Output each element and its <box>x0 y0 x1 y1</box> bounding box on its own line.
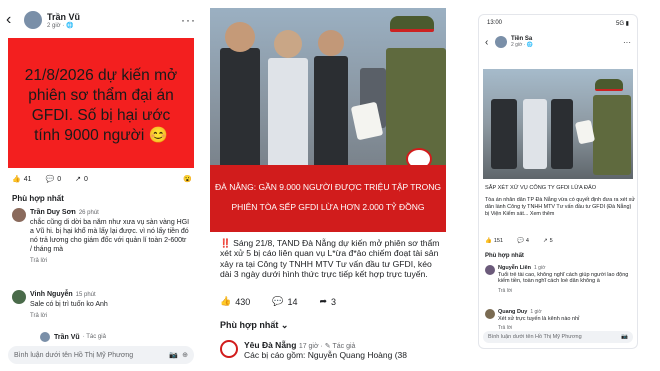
camera-icon[interactable]: 📷 <box>169 351 178 359</box>
officer-green-uniform <box>593 95 631 175</box>
defendant-figure <box>523 99 547 169</box>
comment-input-placeholder[interactable]: Bình luận dưới tên Hồ Thị Mỹ Phương <box>488 334 582 340</box>
comment-count[interactable]: 💬 14 <box>272 296 297 307</box>
officer-head <box>318 30 344 56</box>
like-icon: 👍 <box>485 238 492 244</box>
post-time: 2 giờ · 🌐 <box>511 42 534 48</box>
post-time: 2 giờ · 🌐 <box>47 22 74 29</box>
reply-link[interactable]: Trả lời <box>30 312 190 321</box>
share-count[interactable]: ↗ 0 <box>75 175 88 184</box>
signal-status: 5G ▮ <box>616 20 629 27</box>
comment-text: chắc cũng di dời ba năm như xưa vụ sàn v… <box>30 219 190 253</box>
more-options-icon[interactable]: ··· <box>623 38 631 47</box>
author-name[interactable]: Trần Vũ <box>47 12 80 22</box>
chevron-down-icon: ⌄ <box>280 320 289 330</box>
sort-heading[interactable]: Phù hợp nhất <box>485 253 524 259</box>
reaction-emoji-icon[interactable]: 😮 <box>183 175 192 183</box>
camera-icon[interactable]: 📷 <box>621 334 628 340</box>
reply-link[interactable]: Trả lời <box>30 257 190 266</box>
comment-time: 17 giờ · ✎ Tác giả <box>298 343 356 350</box>
avatar[interactable] <box>220 340 238 358</box>
officer-figure <box>551 99 573 169</box>
post-caption: ‼️ Sáng 21/8, TAND Đà Nẵng dự kiến mở ph… <box>220 238 440 280</box>
comment-icon: 💬 <box>517 238 524 244</box>
comment-author[interactable]: Yêu Đà Nẵng <box>244 340 296 350</box>
share-count[interactable]: ↗ 5 <box>543 238 553 244</box>
avatar[interactable] <box>495 36 507 48</box>
avatar[interactable] <box>24 11 42 29</box>
officer-figure <box>220 48 260 168</box>
comment-text: Tuổi trẻ tài cao, không nghĩ cách giúp n… <box>498 271 629 285</box>
comment-text: Xét xử trực tuyến là kênh nào nhỉ <box>498 315 580 322</box>
sort-heading[interactable]: Phù hợp nhất <box>12 194 64 203</box>
avatar[interactable] <box>485 265 495 275</box>
like-count[interactable]: 👍 430 <box>220 296 250 307</box>
avatar[interactable] <box>12 290 26 304</box>
comment: Trần Vũ · Tác giả <box>40 332 190 342</box>
add-icon[interactable]: ⊕ <box>182 351 188 359</box>
comment: Nguyễn Liên 1 giờ Tuổi trẻ tài cao, không… <box>485 265 635 294</box>
officer-cap <box>595 79 623 91</box>
comment-text: Sale có bị trì tuốn ko Anh <box>30 301 108 308</box>
comment-input-bar[interactable]: Bình luận dưới tên Hồ Thị Mỹ Phương 📷 <box>483 331 633 343</box>
share-icon: ↗ <box>75 176 82 183</box>
engagement-bar: 👍 151 💬 4 ↗ 5 <box>485 238 635 244</box>
clock: 13:00 <box>487 20 503 26</box>
engagement-bar: 👍 430 💬 14 ➦ 3 <box>220 296 440 307</box>
avatar[interactable] <box>40 332 50 342</box>
comment: Vinh Nguyễn 15 phút Sale có bị trì tuốn k… <box>12 290 192 321</box>
comment-count[interactable]: 💬 0 <box>45 175 62 184</box>
post-panel-1: ‹ Trần Vũ 2 giờ · 🌐 ··· 21/8/2026 dự kiế… <box>0 0 202 371</box>
status-bar: 13:00 5G ▮ <box>479 15 637 31</box>
post-panel-2: ĐÀ NẴNG: GẦN 9.000 NGƯỜI ĐƯỢC TRIỆU TẬP … <box>210 0 446 371</box>
post-header: ‹ Tiền Sa 2 giờ · 🌐 ··· <box>479 31 637 53</box>
share-icon: ➦ <box>319 296 328 306</box>
avatar[interactable] <box>485 309 495 319</box>
back-arrow-icon[interactable]: ‹ <box>485 37 495 48</box>
comment-icon: 💬 <box>272 296 284 306</box>
like-count[interactable]: 👍 151 <box>485 238 503 244</box>
headline-banner: ĐÀ NẴNG: GẦN 9.000 NGƯỜI ĐƯỢC TRIỆU TẬP … <box>210 165 446 232</box>
news-photo[interactable] <box>483 69 633 179</box>
like-count[interactable]: 👍 41 <box>12 175 32 184</box>
engagement-bar: 👍 41 💬 0 ↗ 0 😮 <box>12 175 192 184</box>
comment-count[interactable]: 💬 4 <box>517 238 529 244</box>
comment: Quang Duy 1 giờ Xét xử trực tuyến là kênh… <box>485 309 635 332</box>
post-title: SẮP XÉT XỬ VỤ CÔNG TY GFDI LỪA ĐẢO <box>485 185 597 191</box>
officer-figure <box>314 56 348 168</box>
post-header: ‹ Trần Vũ 2 giờ · 🌐 ··· <box>0 0 202 40</box>
like-icon: 👍 <box>12 176 21 183</box>
defendant-head <box>274 30 302 58</box>
comment-input-placeholder[interactable]: Bình luận dưới tên Hồ Thị Mỹ Phương <box>14 352 133 359</box>
more-options-icon[interactable]: ··· <box>181 13 196 27</box>
like-icon: 👍 <box>220 296 232 306</box>
comment-icon: 💬 <box>45 176 55 183</box>
comment: Yêu Đà Nẵng 17 giờ · ✎ Tác giả Các bị cá… <box>220 340 442 360</box>
avatar[interactable] <box>12 208 26 222</box>
post-panel-3: 13:00 5G ▮ ‹ Tiền Sa 2 giờ · 🌐 ··· SẮP X… <box>478 14 638 349</box>
officer-cap <box>390 16 434 32</box>
comment-text: Các bị cáo gồm: Nguyễn Quang Hoàng (38 <box>244 350 408 360</box>
comment-input-bar[interactable]: Bình luận dưới tên Hồ Thị Mỹ Phương 📷 ⊕ <box>8 346 194 364</box>
officer-figure <box>491 99 517 169</box>
comment: Trần Duy Sơn 26 phút chắc cũng di dời ba … <box>12 208 192 266</box>
back-arrow-icon[interactable]: ‹ <box>6 11 24 29</box>
share-icon: ↗ <box>542 238 548 244</box>
post-text-card: 21/8/2026 dự kiến mở phiên sơ thẩm đại á… <box>8 38 194 168</box>
officer-head <box>225 22 255 52</box>
sort-heading[interactable]: Phù hợp nhất ⌄ <box>220 320 288 331</box>
share-count[interactable]: ➦ 3 <box>319 296 336 307</box>
post-body: Tòa án nhân dân TP Đà Nẵng vừa có quyết … <box>485 197 635 217</box>
reply-link[interactable]: Trả lời <box>498 288 632 295</box>
defendant-figure <box>268 58 308 168</box>
